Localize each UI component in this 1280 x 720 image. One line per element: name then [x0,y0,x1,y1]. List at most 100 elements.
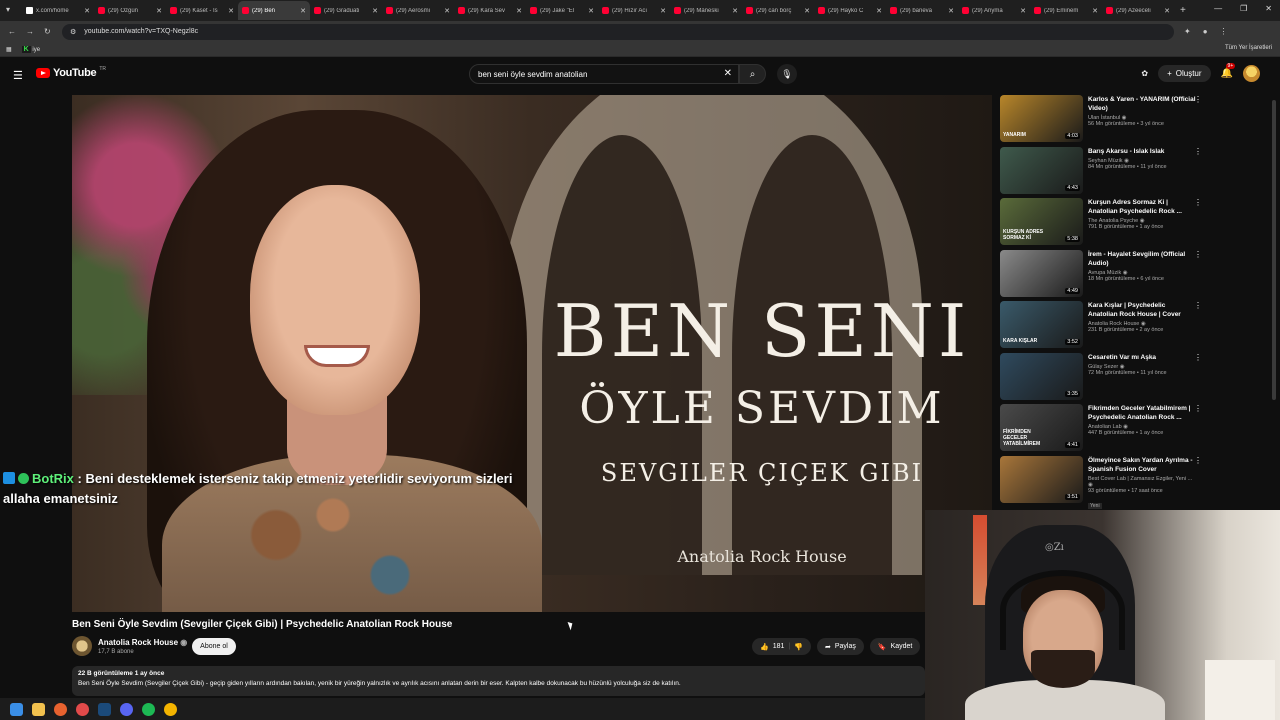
hamburger-menu-icon[interactable]: ☰ [13,69,23,82]
video-thumbnail[interactable]: YANARIM 4:03 [1000,95,1083,142]
app-icon[interactable] [76,702,89,716]
recommendation-item[interactable]: 3:51 Ölmeyince Sakın Yardan Ayrılma - Spa… [1000,455,1210,509]
browser-tab[interactable]: (29) Hayko C ✕ [814,1,886,20]
tab-close-icon[interactable]: ✕ [444,7,450,15]
video-thumbnail[interactable]: KARA KIŞLAR 3:52 [1000,301,1083,348]
minimize-icon[interactable]: — [1214,4,1222,13]
create-button[interactable]: + Oluştur [1158,65,1211,82]
recommendation-title[interactable]: Cesaretin Var mı Aşka [1088,353,1196,362]
recommendation-item[interactable]: 3:35 Cesaretin Var mı Aşka Gülay Sezer ◉ 72… [1000,352,1210,405]
recommendation-item[interactable]: YANARIM 4:03 Karlos & Yaren - YANARIM (Off… [1000,95,1210,147]
file-explorer-icon[interactable] [32,702,45,716]
firefox-icon[interactable] [54,702,67,716]
tab-close-icon[interactable]: ✕ [660,7,666,15]
browser-tab[interactable]: x.com/home ✕ [22,1,94,20]
video-thumbnail[interactable]: 4:49 [1000,249,1083,297]
browser-tab[interactable]: (29) Anyma ✕ [958,1,1030,20]
recommendation-title[interactable]: Fikrimden Geceler Yatabilmirem | Psyched… [1088,404,1196,422]
tab-close-icon[interactable]: ✕ [1092,7,1098,15]
recommendation-title[interactable]: İrem - Hayalet Sevgilim (Official Audio) [1088,250,1196,268]
more-options-icon[interactable]: ⋮ [1194,147,1202,156]
voice-search-button[interactable]: 🎙 [777,64,797,84]
browser-tab[interactable]: (29) Ben ✕ [238,1,310,20]
recommendation-title[interactable]: Barış Akarsu - Islak Islak [1088,147,1196,156]
clear-search-icon[interactable]: ✕ [724,68,732,79]
steam-icon[interactable] [98,702,111,716]
recommendation-item[interactable]: KURŞUN ADRES SORMAZ Kİ 5:38 Kurşun Adres S… [1000,198,1210,250]
browser-tab[interactable]: (29) Hızır Acı ✕ [598,1,670,20]
tab-search-icon[interactable]: ▾ [6,5,10,14]
all-bookmarks-link[interactable]: Tüm Yer İşaretleri [1225,45,1272,51]
video-thumbnail[interactable]: KURŞUN ADRES SORMAZ Kİ 5:38 [1000,198,1083,245]
browser-tab[interactable]: (29) Kaset - Is ✕ [166,1,238,20]
more-options-icon[interactable]: ⋮ [1194,301,1202,310]
channel-avatar[interactable] [72,636,92,656]
url-field[interactable]: ⚙ youtube.com/watch?v=TXQ-Negzl8c [62,23,1174,40]
video-thumbnail[interactable]: 4:43 [1000,146,1083,194]
tab-close-icon[interactable]: ✕ [84,7,90,15]
more-options-icon[interactable]: ⋮ [1194,95,1202,104]
tab-close-icon[interactable]: ✕ [588,7,594,15]
extensions-icon[interactable]: ✦ [1184,27,1191,36]
tab-close-icon[interactable]: ✕ [804,7,810,15]
forward-icon[interactable]: → [26,27,34,36]
more-options-icon[interactable]: ⋮ [1194,353,1202,362]
thumbs-down-icon[interactable]: 👎 [794,643,803,651]
recommendation-item[interactable]: FİKRİMDEN GECELER YATABİLMİREM 4:41 Fikrim… [1000,404,1210,456]
subscribe-button[interactable]: Abone ol [192,638,236,655]
recommendation-title[interactable]: Kurşun Adres Sormaz Ki | Anatolian Psych… [1088,198,1196,216]
maximize-icon[interactable]: ❐ [1240,4,1247,13]
recommendation-item[interactable]: 4:49 İrem - Hayalet Sevgilim (Official Au… [1000,249,1210,302]
video-thumbnail[interactable]: 3:35 [1000,352,1083,400]
more-options-icon[interactable]: ⋮ [1194,250,1202,259]
recommendation-channel[interactable]: Best Cover Lab | Zamansız Ezgiler, Yeni … [1088,476,1196,488]
recommendation-title[interactable]: Karlos & Yaren - YANARIM (Official Video… [1088,95,1196,113]
bookmark-kick[interactable]: K iye [21,45,40,53]
avatar[interactable] [1243,65,1260,82]
page-scrollbar[interactable] [1272,100,1276,400]
like-button[interactable]: 👍 181 | 👎 [752,638,811,655]
site-info-icon[interactable]: ⚙ [70,28,76,36]
description-box[interactable]: 22 B görüntüleme 1 ay önce Ben Seni Öyle… [72,666,925,696]
more-options-icon[interactable]: ⋮ [1194,404,1202,413]
tab-close-icon[interactable]: ✕ [228,7,234,15]
share-button[interactable]: ➦ Paylaş [816,638,864,655]
apps-icon[interactable]: ▦ [6,46,12,53]
recommendation-title[interactable]: Ölmeyince Sakın Yardan Ayrılma - Spanish… [1088,456,1196,474]
video-thumbnail[interactable]: 3:51 [1000,455,1083,503]
video-player[interactable]: BEN SENI ÖYLE SEVDIM SEVGILER ÇIÇEK GIBI… [72,95,992,612]
browser-tab[interactable]: (29) Eminem ✕ [1030,1,1102,20]
browser-tab[interactable]: (29) baneva ✕ [886,1,958,20]
menu-icon[interactable]: ⋮ [1220,27,1228,36]
recommendation-title[interactable]: Kara Kışlar | Psychedelic Anatolian Rock… [1088,301,1196,319]
search-button[interactable]: ⌕ [739,64,766,84]
chrome-icon[interactable] [164,702,177,716]
more-options-icon[interactable]: ⋮ [1194,198,1202,207]
search-input[interactable]: ben seni öyle sevdim anatolian ✕ [469,64,739,84]
tab-close-icon[interactable]: ✕ [1020,7,1026,15]
close-icon[interactable]: ✕ [1265,4,1272,13]
tab-close-icon[interactable]: ✕ [300,7,306,15]
back-icon[interactable]: ← [8,27,16,36]
browser-tab[interactable]: (29) Aerosmi ✕ [382,1,454,20]
cast-icon[interactable]: ✿ [1141,69,1148,78]
video-thumbnail[interactable]: FİKRİMDEN GECELER YATABİLMİREM 4:41 [1000,404,1083,451]
browser-tab[interactable]: (29) Mäneski ✕ [670,1,742,20]
recommendation-item[interactable]: 4:43 Barış Akarsu - Islak Islak Seyhan Müz… [1000,146,1210,199]
recommendation-item[interactable]: KARA KIŞLAR 3:52 Kara Kışlar | Psychedelic… [1000,301,1210,353]
browser-tab[interactable]: (29) Kara Sev ✕ [454,1,526,20]
browser-tab[interactable]: (29) Özgün ✕ [94,1,166,20]
reload-icon[interactable]: ↻ [44,27,51,36]
more-options-icon[interactable]: ⋮ [1194,456,1202,465]
tab-close-icon[interactable]: ✕ [732,7,738,15]
profile-icon[interactable]: ● [1203,27,1208,36]
browser-tab[interactable]: (29) Azeeceli ✕ [1102,1,1174,20]
channel-name[interactable]: Anatolia Rock House ◉ [98,638,187,647]
browser-tab[interactable]: (29) Jake "El ✕ [526,1,598,20]
new-tab-button[interactable]: + [1180,5,1186,16]
browser-tab[interactable]: (29) can borç ✕ [742,1,814,20]
browser-tab[interactable]: (29) Graduati ✕ [310,1,382,20]
notifications-button[interactable]: 🔔 9+ [1221,63,1236,79]
start-icon[interactable] [10,702,23,716]
tab-close-icon[interactable]: ✕ [948,7,954,15]
